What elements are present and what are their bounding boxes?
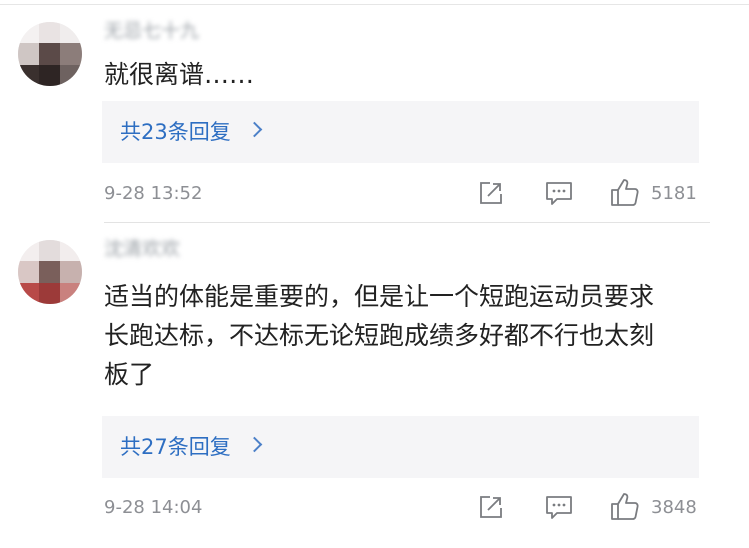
like-icon bbox=[611, 493, 639, 520]
replies-label: 共27条回复 bbox=[120, 435, 231, 459]
like-count: 3848 bbox=[651, 497, 697, 518]
comment-text-line: 板了 bbox=[104, 360, 155, 389]
comment-text-line: 长跑达标，不达标无论短跑成绩多好都不行也太刻 bbox=[104, 321, 655, 350]
comment-icon bbox=[546, 496, 572, 519]
username[interactable]: 沈清欢欢 bbox=[104, 238, 180, 260]
like-button[interactable] bbox=[610, 491, 640, 525]
comment-time: 9-28 14:04 bbox=[104, 497, 203, 518]
comment-button[interactable] bbox=[545, 494, 573, 524]
chevron-right-icon bbox=[246, 436, 263, 453]
comment-item: 沈清欢欢 适当的体能是重要的，但是让一个短跑运动员要求 长跑达标，不达标无论短跑… bbox=[0, 0, 749, 548]
comment-text-line: 适当的体能是重要的，但是让一个短跑运动员要求 bbox=[104, 282, 655, 311]
avatar[interactable] bbox=[18, 240, 82, 304]
view-replies-button[interactable]: 共27条回复 bbox=[102, 416, 699, 478]
share-icon bbox=[480, 496, 502, 518]
comment-text: 适当的体能是重要的，但是让一个短跑运动员要求 长跑达标，不达标无论短跑成绩多好都… bbox=[104, 277, 704, 394]
share-button[interactable] bbox=[478, 494, 504, 524]
